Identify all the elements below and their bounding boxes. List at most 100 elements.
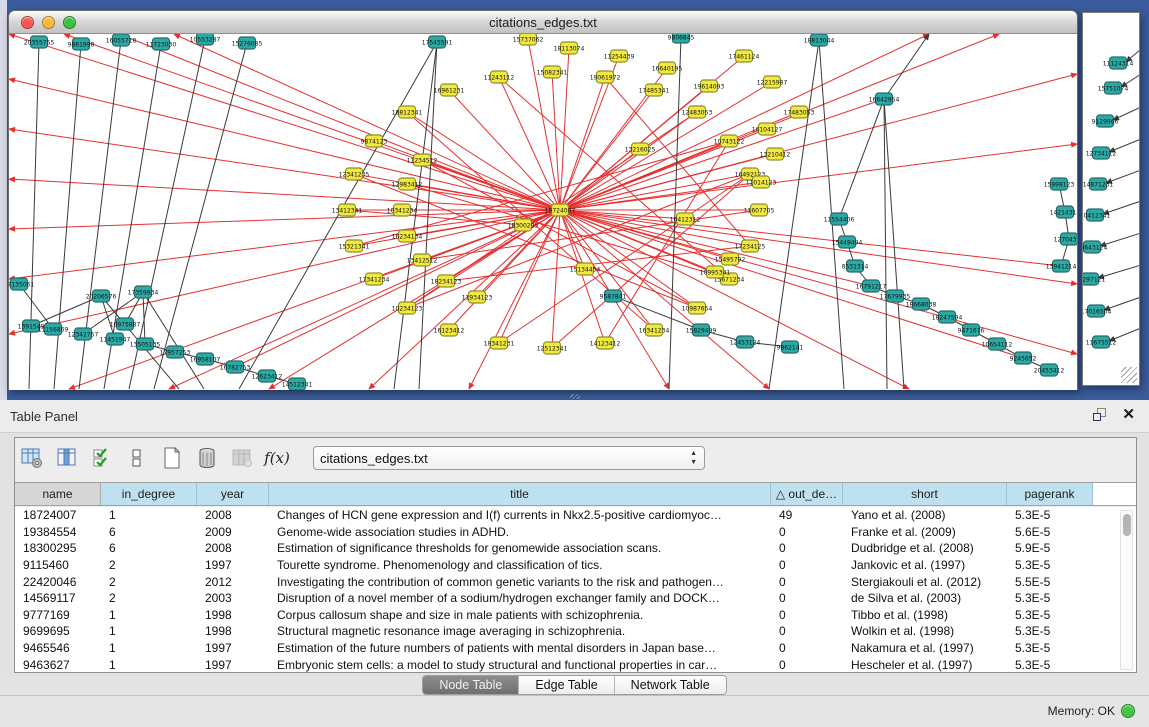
graph-node[interactable]: 16782753 (220, 361, 251, 373)
close-panel-icon[interactable]: ✕ (1122, 407, 1135, 423)
table-scrollbar[interactable] (1120, 510, 1133, 670)
graph-node[interactable]: 12483053 (682, 106, 713, 118)
graph-node[interactable]: 10654112 (982, 338, 1013, 350)
graph-node[interactable]: 14512341 (282, 378, 313, 390)
graph-node[interactable]: 9862141 (777, 341, 804, 353)
graph-node[interactable]: 18812341 (392, 106, 423, 118)
function-builder-icon[interactable]: f(x) (266, 447, 288, 469)
graph-node[interactable]: 9129966 (1092, 115, 1119, 127)
graph-node[interactable]: 9874123 (361, 135, 388, 147)
graph-node[interactable]: 11607705 (744, 204, 775, 216)
graph-node[interactable]: 10643124 (1083, 241, 1107, 253)
graph-node[interactable]: 15276085 (232, 37, 263, 49)
graph-node[interactable]: 11124314 (1103, 57, 1134, 69)
graph-node[interactable]: 15751074 (1098, 82, 1129, 94)
column-header-in_degree[interactable]: in_degree (101, 483, 197, 505)
tab-node-table[interactable]: Node Table (423, 676, 519, 694)
graph-node[interactable]: 14871231 (1083, 178, 1113, 190)
graph-node[interactable]: 15134454 (570, 263, 601, 275)
graph-node[interactable]: 15449494 (832, 236, 863, 248)
graph-node[interactable]: 16961231 (434, 84, 465, 96)
graph-node[interactable]: 13505135 (130, 338, 161, 350)
graph-node[interactable]: 12512341 (537, 342, 568, 354)
graph-node[interactable]: 16642954 (869, 93, 900, 105)
table-header-row[interactable]: namein_degreeyeartitle△ out_de…shortpage… (15, 482, 1136, 506)
graph-node[interactable]: 16958107 (190, 353, 221, 365)
graph-node[interactable]: 9245652 (1010, 352, 1037, 364)
graph-node[interactable]: 12215987 (757, 76, 788, 88)
graph-node[interactable]: 16791217 (856, 280, 887, 292)
graph-node[interactable]: 9471676 (958, 324, 985, 336)
column-header-out_de[interactable]: △ out_de… (771, 483, 843, 505)
graph-node[interactable]: 12453124 (730, 336, 761, 348)
graph-node[interactable]: 17016504 (1083, 305, 1111, 317)
graph-node[interactable]: 14214314 (1050, 206, 1077, 218)
select-columns-icon[interactable] (91, 447, 113, 469)
graph-node[interactable]: 10341234 (387, 204, 418, 216)
graph-node[interactable]: 16341234 (639, 324, 670, 336)
graph-node[interactable]: 19061972 (590, 71, 621, 83)
graph-node[interactable]: 17545591 (422, 36, 453, 48)
splitter-handle[interactable] (570, 394, 580, 399)
graph-node[interactable]: 17135061 (9, 278, 34, 290)
graph-node[interactable]: 13941214 (1046, 260, 1077, 272)
graph-node[interactable]: 10412312 (670, 213, 701, 225)
table-row[interactable]: 946554611997Estimation of the future num… (15, 640, 1136, 657)
column-header-short[interactable]: short (843, 483, 1007, 505)
graph-node[interactable]: 16104127 (752, 123, 783, 135)
graph-node[interactable]: 18341231 (484, 337, 515, 349)
graph-node[interactable]: 11934123 (462, 291, 493, 303)
graph-node[interactable]: 11675512 (1086, 336, 1117, 348)
table-row[interactable]: 911546021997Tourette syndrome. Phenomeno… (15, 557, 1136, 574)
table-row[interactable]: 977716911998Corpus callosum shape and si… (15, 607, 1136, 624)
column-header-pagerank[interactable]: pagerank (1007, 483, 1093, 505)
column-header-year[interactable]: year (197, 483, 269, 505)
graph-node[interactable]: 16234134 (392, 230, 423, 242)
graph-node[interactable]: 11243112 (484, 71, 515, 83)
graph-node[interactable]: 12342757 (68, 328, 99, 340)
modify-table-icon[interactable] (21, 447, 43, 469)
graph-node[interactable]: 10743122 (714, 135, 745, 147)
table-row[interactable]: 946362711997Embryonic stem cells: a mode… (15, 656, 1136, 672)
minimize-window-icon[interactable] (42, 16, 55, 29)
graph-node[interactable]: 13210412 (760, 148, 791, 160)
graph-node[interactable]: 20453412 (1034, 364, 1065, 376)
graph-node[interactable]: 15737062 (513, 34, 544, 45)
graph-node[interactable]: 13412341 (332, 204, 363, 216)
graph-node[interactable]: 12734112 (1086, 147, 1117, 159)
window-titlebar[interactable]: citations_edges.txt (9, 11, 1077, 34)
graph-node[interactable]: 18113074 (554, 42, 585, 54)
graph-node[interactable]: 17234125 (735, 240, 766, 252)
graph-node[interactable]: 9806845 (668, 34, 695, 43)
graph-node[interactable]: 11554406 (824, 213, 855, 225)
graph-node[interactable]: 10412341 (1083, 209, 1110, 221)
graph-node[interactable]: 14123412 (590, 337, 621, 349)
zoom-window-icon[interactable] (63, 16, 76, 29)
graph-node[interactable]: 19614093 (694, 80, 725, 92)
tab-network-table[interactable]: Network Table (615, 676, 726, 694)
table-row[interactable]: 1872400712008Changes of HCN gene express… (15, 507, 1136, 524)
column-header-name[interactable]: name (15, 483, 101, 505)
graph-node[interactable]: 12623412 (252, 370, 283, 382)
graph-node[interactable]: 11723030 (146, 38, 177, 50)
row-height-icon[interactable] (126, 447, 148, 469)
graph-node[interactable]: 18668038 (906, 298, 937, 310)
float-panel-icon[interactable] (1092, 407, 1108, 423)
new-table-icon[interactable] (161, 447, 183, 469)
graph-node[interactable]: 10975887 (110, 318, 141, 330)
table-selector-dropdown[interactable]: citations_edges.txt ▲▼ (313, 446, 705, 470)
graph-node[interactable]: 15321341 (339, 240, 370, 252)
graph-node[interactable]: 17957253 (160, 346, 191, 358)
close-window-icon[interactable] (21, 16, 34, 29)
background-network-window[interactable]: 11124314 15751074 9129966 12734112 14871231 1… (1082, 12, 1140, 386)
resize-grip-icon[interactable] (1121, 367, 1137, 383)
graph-node[interactable]: 16055718 (106, 34, 137, 46)
graph-node[interactable]: 12983412 (392, 178, 423, 190)
graph-node[interactable]: 15082341 (537, 66, 568, 78)
graph-node[interactable]: 9861998 (68, 38, 95, 50)
scrollbar-thumb[interactable] (1123, 514, 1131, 536)
graph-node[interactable]: 18813044 (804, 34, 835, 46)
table-row[interactable]: 969969511998Structural magnetic resonanc… (15, 623, 1136, 640)
delete-table-icon[interactable] (196, 447, 218, 469)
network-canvas[interactable]: 1872400711607705164921231074312212483053… (9, 34, 1077, 390)
